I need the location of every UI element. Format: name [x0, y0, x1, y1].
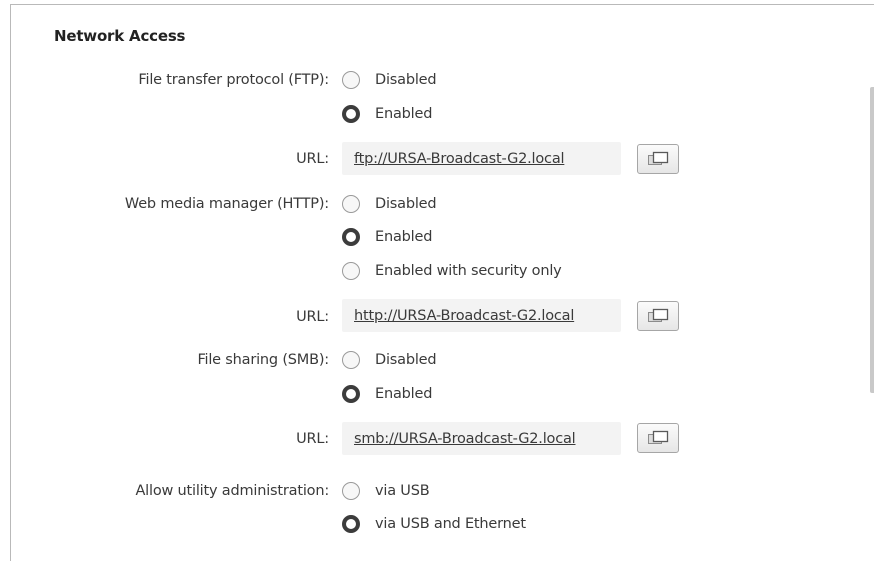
admin-usb-ethernet-label: via USB and Ethernet — [375, 516, 526, 532]
http-url-field[interactable]: http://URSA-Broadcast-G2.local — [342, 299, 621, 332]
admin-label: Allow utility administration: — [135, 483, 329, 499]
radio-checked-icon[interactable] — [342, 385, 360, 403]
http-label: Web media manager (HTTP): — [124, 196, 329, 212]
radio-unchecked-icon[interactable] — [342, 482, 360, 500]
smb-enabled-label: Enabled — [375, 386, 433, 402]
http-secure-label: Enabled with security only — [375, 263, 562, 279]
copy-icon — [648, 308, 669, 322]
radio-unchecked-icon[interactable] — [342, 195, 360, 213]
radio-unchecked-icon[interactable] — [342, 262, 360, 280]
http-url-link[interactable]: http://URSA-Broadcast-G2.local — [354, 308, 574, 324]
ftp-url-field[interactable]: ftp://URSA-Broadcast-G2.local — [342, 142, 621, 175]
ftp-enabled-label: Enabled — [375, 106, 433, 122]
network-access-panel: Network Access File transfer protocol (F… — [10, 4, 874, 561]
admin-usb-ethernet-radio[interactable]: via USB and Ethernet — [342, 513, 526, 535]
smb-copy-button[interactable] — [637, 423, 679, 453]
http-disabled-label: Disabled — [375, 196, 437, 212]
radio-checked-icon[interactable] — [342, 515, 360, 533]
ftp-url-link[interactable]: ftp://URSA-Broadcast-G2.local — [354, 151, 565, 167]
smb-label: File sharing (SMB): — [197, 352, 329, 368]
ftp-copy-button[interactable] — [637, 144, 679, 174]
http-disabled-radio[interactable]: Disabled — [342, 193, 437, 215]
ftp-disabled-radio[interactable]: Disabled — [342, 69, 437, 91]
ftp-label: File transfer protocol (FTP): — [138, 72, 329, 88]
ftp-disabled-label: Disabled — [375, 72, 437, 88]
section-title: Network Access — [54, 27, 186, 45]
smb-disabled-radio[interactable]: Disabled — [342, 349, 437, 371]
http-enabled-radio[interactable]: Enabled — [342, 226, 432, 248]
smb-disabled-label: Disabled — [375, 352, 437, 368]
admin-usb-label: via USB — [375, 483, 430, 499]
smb-url-link[interactable]: smb://URSA-Broadcast-G2.local — [354, 431, 576, 447]
radio-unchecked-icon[interactable] — [342, 71, 360, 89]
copy-icon — [648, 151, 669, 165]
radio-unchecked-icon[interactable] — [342, 351, 360, 369]
http-copy-button[interactable] — [637, 301, 679, 331]
copy-icon — [648, 430, 669, 444]
smb-url-label: URL: — [296, 431, 329, 447]
smb-url-field[interactable]: smb://URSA-Broadcast-G2.local — [342, 422, 621, 455]
scrollbar[interactable] — [868, 5, 874, 562]
radio-checked-icon[interactable] — [342, 228, 360, 246]
scrollbar-thumb[interactable] — [870, 87, 874, 393]
smb-enabled-radio[interactable]: Enabled — [342, 383, 432, 405]
ftp-url-label: URL: — [296, 151, 329, 167]
radio-checked-icon[interactable] — [342, 105, 360, 123]
http-enabled-label: Enabled — [375, 229, 433, 245]
http-secure-radio[interactable]: Enabled with security only — [342, 260, 562, 282]
http-url-label: URL: — [296, 309, 329, 325]
ftp-enabled-radio[interactable]: Enabled — [342, 103, 432, 125]
admin-usb-radio[interactable]: via USB — [342, 480, 430, 502]
